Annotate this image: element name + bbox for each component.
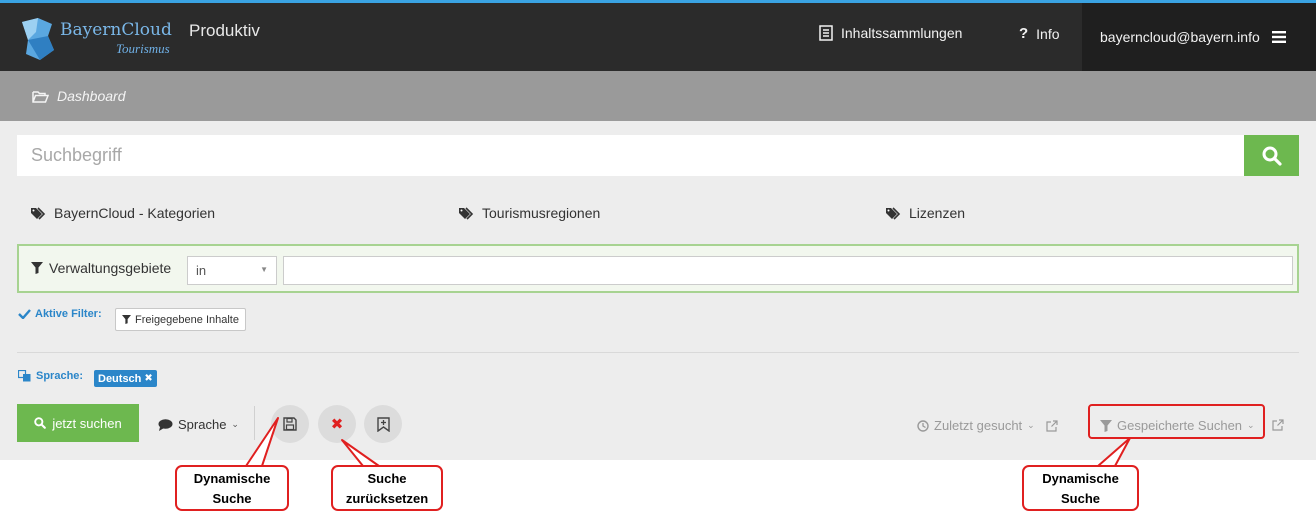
language-chip[interactable]: Deutsch ✖ [94,370,157,387]
chevron-down-icon: ⌄ [1027,420,1035,430]
callout-save-line1: Dynamische [193,471,271,486]
caret-down-icon: ▼ [260,265,268,274]
filter-label: Verwaltungsgebiete [31,260,171,276]
hamburger-menu-icon[interactable] [1271,31,1286,43]
callout-saved-line1: Dynamische [1042,471,1119,486]
nav-collections[interactable]: Inhaltssammlungen [819,25,962,41]
category-tourismusregionen-label: Tourismusregionen [482,205,601,221]
chevron-down-icon: ⌄ [1247,420,1255,430]
environment-title: Produktiv [189,21,260,40]
floppy-disk-icon [283,417,297,431]
language-icon [18,370,31,382]
language-label-text: Sprache: [36,370,84,382]
filter-icon [31,262,43,274]
filter-operator-select[interactable]: in ▼ [187,256,277,285]
brand-subtitle: Tourismus [116,41,170,56]
callout-reset-line1: Suche [367,471,407,486]
filter-label-text: Verwaltungsgebiete [49,260,172,276]
top-navbar: BayernCloud Tourismus Produktiv Inhaltss… [0,0,1316,71]
category-tourismusregionen[interactable]: Tourismusregionen [459,205,600,221]
remove-icon[interactable]: ✖ [144,373,152,384]
active-filter-chip[interactable]: Freigegebene Inhalte [115,308,246,331]
callout-saved-line2: Suche [1060,491,1100,506]
chevron-down-icon: ⌄ [231,419,239,429]
bayerncloud-logo-icon[interactable] [18,16,58,62]
active-filters-label: Aktive Filter: [18,308,102,320]
recent-searches-menu[interactable]: Zuletzt gesucht ⌄ [917,418,1058,433]
clock-icon [917,419,929,432]
active-filters-label-text: Aktive Filter: [35,308,102,320]
tags-icon [886,206,901,220]
search-icon [1262,146,1282,166]
callout-reset-search: Suche zurücksetzen [331,465,443,511]
saved-searches-menu[interactable]: Gespeicherte Suchen ⌄ [1100,418,1255,433]
toolbar-separator [254,406,255,440]
save-search-button[interactable] [271,405,309,443]
close-icon: ✖ [330,416,344,433]
callout-dynamic-search-save: Dynamische Suche [175,465,289,511]
search-icon [34,417,47,429]
search-panel: Suchbegriff BayernCloud - Kategorien Tou… [0,121,1316,460]
question-icon: ? [1019,25,1029,42]
filter-icon [122,315,131,324]
category-bayerncloud-label: BayernCloud - Kategorien [54,205,216,221]
saved-searches-label: Gespeicherte Suchen [1117,418,1243,433]
category-bayerncloud[interactable]: BayernCloud - Kategorien [31,205,215,221]
nav-info[interactable]: ? Info [1019,25,1060,42]
speech-bubble-icon [158,418,173,431]
filter-row-verwaltungsgebiete: Verwaltungsgebiete in ▼ [17,244,1299,293]
brand-name[interactable]: BayernCloud [60,21,172,39]
check-icon [18,309,31,319]
callout-save-line2: Suche [212,491,252,506]
submit-search-label: jetzt suchen [52,415,122,431]
recent-searches-label: Zuletzt gesucht [934,418,1023,433]
tags-icon [459,206,474,220]
collection-icon [819,25,833,41]
bookmark-search-button[interactable] [364,405,402,443]
filter-value-input[interactable] [283,256,1293,285]
filter-icon [1100,419,1112,432]
nav-collections-label: Inhaltssammlungen [841,25,963,41]
language-chip-label: Deutsch [98,372,142,385]
search-button[interactable] [1244,135,1299,176]
user-email: bayerncloud@bayern.info [1100,29,1260,45]
search-input[interactable]: Suchbegriff [17,135,1244,176]
nav-info-label: Info [1036,25,1060,42]
language-menu[interactable]: Sprache ⌄ [158,417,239,432]
reset-search-button[interactable]: ✖ [318,405,356,443]
breadcrumb-dashboard-link[interactable]: Dashboard [57,88,126,104]
category-lizenzen-label: Lizenzen [909,205,966,221]
breadcrumb: Dashboard [0,71,1316,121]
language-menu-label: Sprache [178,417,227,432]
callout-reset-line2: zurücksetzen [345,491,429,506]
tags-icon [31,206,46,220]
category-lizenzen[interactable]: Lizenzen [886,205,965,221]
user-menu[interactable]: bayerncloud@bayern.info [1082,3,1316,71]
active-filter-chip-label: Freigegebene Inhalte [135,313,239,326]
filter-operator-value: in [196,263,207,278]
language-label: Sprache: [18,370,83,382]
bookmark-add-icon [376,416,390,432]
submit-search-button[interactable]: jetzt suchen [17,404,139,442]
external-link-icon[interactable] [1046,419,1058,432]
divider [17,352,1299,353]
external-link-icon[interactable] [1272,419,1284,431]
folder-open-icon [32,90,49,103]
callout-dynamic-search-saved: Dynamische Suche [1022,465,1139,511]
